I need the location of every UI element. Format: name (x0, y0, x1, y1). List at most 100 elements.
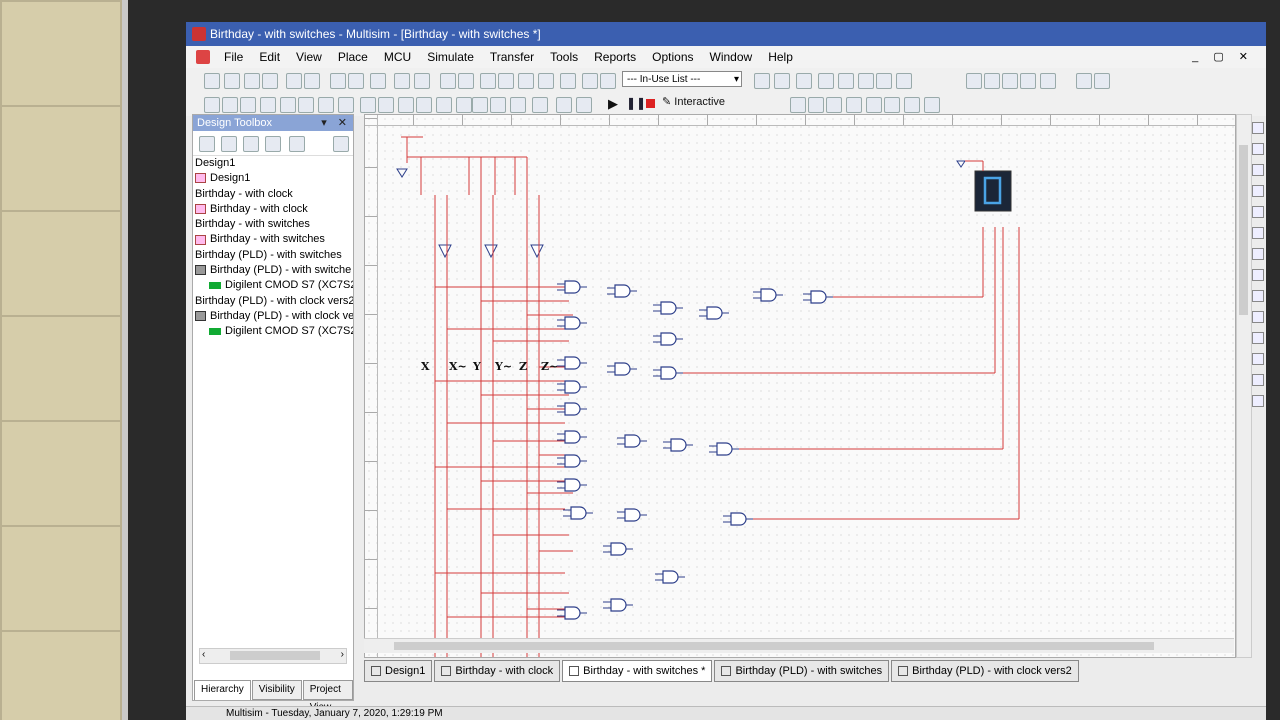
menu-item-file[interactable]: File (216, 46, 251, 68)
tree-item[interactable]: Birthday - with switches (193, 232, 353, 247)
tree-item[interactable]: Birthday - with clock (193, 202, 353, 217)
toolbar-tool-icon[interactable] (1076, 73, 1092, 89)
toolbar-tool-icon[interactable] (440, 73, 456, 89)
place-tool-icon[interactable] (398, 97, 414, 113)
tab-visibility[interactable]: Visibility (251, 680, 302, 700)
menu-item-window[interactable]: Window (702, 46, 761, 68)
toolbar-tool-icon[interactable] (984, 73, 1000, 89)
menu-item-place[interactable]: Place (330, 46, 376, 68)
toolbar-tool-icon[interactable] (458, 73, 474, 89)
place-tool-icon[interactable] (318, 97, 334, 113)
toolbar-tool-icon[interactable] (754, 73, 770, 89)
toolbar-tool-icon[interactable] (818, 73, 834, 89)
toolbar-tool-icon[interactable] (1020, 73, 1036, 89)
place-tool-icon[interactable] (260, 97, 276, 113)
menu-item-edit[interactable]: Edit (251, 46, 288, 68)
tree-item[interactable]: Design1 (193, 171, 353, 186)
place-tool-icon[interactable] (456, 97, 472, 113)
toolbar-tool-icon[interactable] (498, 73, 514, 89)
toolbox-tool-icon[interactable] (265, 136, 281, 152)
toolbar-tool-icon[interactable] (560, 73, 576, 89)
toolbar-tool-icon[interactable] (370, 73, 386, 89)
toolbar-tool-icon[interactable] (414, 73, 430, 89)
toolbar-tool-icon[interactable] (600, 73, 616, 89)
instrument-icon[interactable] (1252, 143, 1264, 155)
instrument-icon[interactable] (1252, 185, 1264, 197)
instrument-icon[interactable] (1252, 122, 1264, 134)
toolbar-tool-icon[interactable] (774, 73, 790, 89)
instrument-icon[interactable] (1252, 374, 1264, 386)
tab-hierarchy[interactable]: Hierarchy (194, 680, 251, 700)
place-tool-icon[interactable] (866, 97, 882, 113)
place-tool-icon[interactable] (204, 97, 220, 113)
document-icon[interactable] (196, 50, 210, 64)
tree-item[interactable]: Digilent CMOD S7 (XC7S2 (193, 324, 353, 339)
toolbar-tool-icon[interactable] (582, 73, 598, 89)
toolbar-tool-icon[interactable] (966, 73, 982, 89)
place-tool-icon[interactable] (490, 97, 506, 113)
interactive-mode-button[interactable]: ✎ Interactive (662, 95, 725, 108)
doc-tab[interactable]: Birthday (PLD) - with switches (714, 660, 890, 682)
place-tool-icon[interactable] (510, 97, 526, 113)
instrument-icon[interactable] (1252, 269, 1264, 281)
place-tool-icon[interactable] (360, 97, 376, 113)
toolbox-tool-icon[interactable] (243, 136, 259, 152)
toolbar-tool-icon[interactable] (286, 73, 302, 89)
menu-item-tools[interactable]: Tools (542, 46, 586, 68)
instrument-icon[interactable] (1252, 290, 1264, 302)
toolbar-tool-icon[interactable] (1040, 73, 1056, 89)
place-tool-icon[interactable] (240, 97, 256, 113)
toolbox-tool-icon[interactable] (333, 136, 349, 152)
tree-item[interactable]: Birthday (PLD) - with switche (193, 263, 353, 278)
tree-item[interactable]: Birthday - with switches (193, 217, 353, 232)
in-use-list-dropdown[interactable]: --- In-Use List --- ▾ (622, 71, 742, 87)
window-controls[interactable]: _ ▢ ✕ (1192, 46, 1254, 68)
toolbox-tool-icon[interactable] (199, 136, 215, 152)
instrument-icon[interactable] (1252, 311, 1264, 323)
doc-tab[interactable]: Design1 (364, 660, 433, 682)
tree-item[interactable]: Birthday (PLD) - with switches (193, 248, 353, 263)
place-tool-icon[interactable] (416, 97, 432, 113)
place-tool-icon[interactable] (472, 97, 488, 113)
stop-simulation-icon[interactable] (646, 99, 655, 108)
instrument-icon[interactable] (1252, 353, 1264, 365)
place-tool-icon[interactable] (924, 97, 940, 113)
place-tool-icon[interactable] (532, 97, 548, 113)
canvas-vertical-scrollbar[interactable] (1236, 114, 1252, 658)
toolbox-tool-icon[interactable] (221, 136, 237, 152)
menu-item-transfer[interactable]: Transfer (482, 46, 542, 68)
toolbox-horizontal-scrollbar[interactable]: ‹ › (199, 648, 347, 664)
toolbar-tool-icon[interactable] (838, 73, 854, 89)
toolbox-tool-icon[interactable] (289, 136, 305, 152)
toolbar-tool-icon[interactable] (480, 73, 496, 89)
toolbar-tool-icon[interactable] (244, 73, 260, 89)
doc-tab[interactable]: Birthday - with switches * (562, 660, 713, 682)
place-tool-icon[interactable] (436, 97, 452, 113)
place-tool-icon[interactable] (808, 97, 824, 113)
menu-item-view[interactable]: View (288, 46, 330, 68)
place-tool-icon[interactable] (576, 97, 592, 113)
toolbar-tool-icon[interactable] (518, 73, 534, 89)
scroll-thumb[interactable] (230, 651, 320, 660)
tree-item[interactable]: Digilent CMOD S7 (XC7S2 (193, 278, 353, 293)
tree-item[interactable]: Birthday (PLD) - with clock ve (193, 309, 353, 324)
toolbar-tool-icon[interactable] (896, 73, 912, 89)
place-tool-icon[interactable] (338, 97, 354, 113)
toolbox-close-controls[interactable]: ▾ ✕ (321, 115, 351, 131)
scroll-right-icon[interactable]: › (341, 649, 344, 660)
menu-item-help[interactable]: Help (760, 46, 801, 68)
menu-item-mcu[interactable]: MCU (376, 46, 419, 68)
toolbar-tool-icon[interactable] (348, 73, 364, 89)
toolbar-tool-icon[interactable] (1002, 73, 1018, 89)
instrument-icon[interactable] (1252, 227, 1264, 239)
place-tool-icon[interactable] (904, 97, 920, 113)
place-tool-icon[interactable] (222, 97, 238, 113)
tree-item[interactable]: Design1 (193, 156, 353, 171)
toolbar-tool-icon[interactable] (796, 73, 812, 89)
place-tool-icon[interactable] (298, 97, 314, 113)
toolbar-tool-icon[interactable] (262, 73, 278, 89)
toolbar-tool-icon[interactable] (1094, 73, 1110, 89)
place-tool-icon[interactable] (556, 97, 572, 113)
place-tool-icon[interactable] (826, 97, 842, 113)
canvas-horizontal-scrollbar[interactable] (364, 638, 1234, 653)
